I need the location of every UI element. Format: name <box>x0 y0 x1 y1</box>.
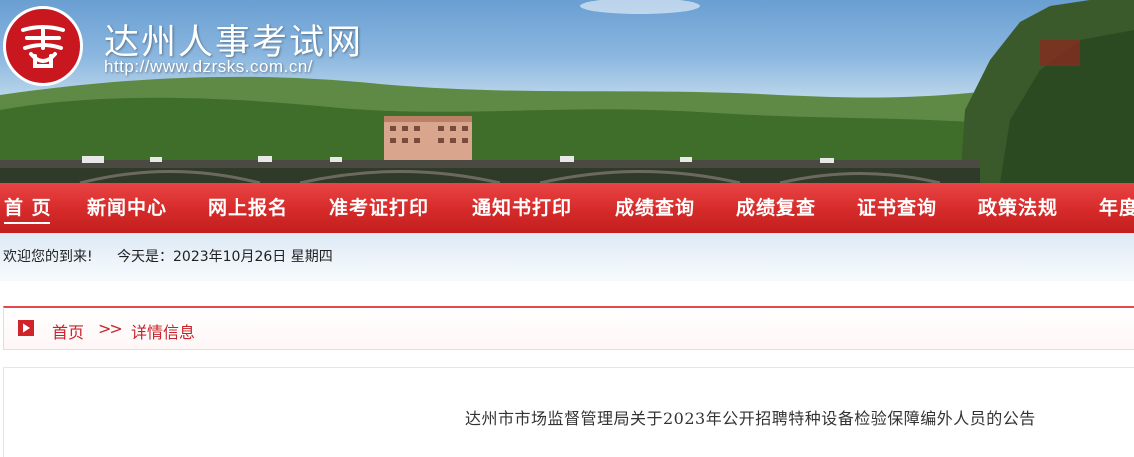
article-title: 达州市市场监督管理局关于2023年公开招聘特种设备检验保障编外人员的公告 <box>465 409 1036 428</box>
welcome-text: 欢迎您的到来! <box>3 249 93 265</box>
logo-seal-icon <box>21 25 65 68</box>
nav-item-home[interactable]: 首 页 <box>4 183 52 233</box>
header-banner: 达州人事考试网 http://www.dzrsks.com.cn/ <box>0 0 1134 183</box>
breadcrumb-separator: >> <box>98 319 123 338</box>
nav-item-certificate-query[interactable]: 证书查询 <box>857 183 937 233</box>
breadcrumb-current: 详情信息 <box>131 323 196 342</box>
today-date: 今天是：2023年10月26日 星期四 <box>117 249 333 265</box>
nav-item-news[interactable]: 新闻中心 <box>87 183 167 233</box>
nav-item-annual[interactable]: 年度 <box>1099 183 1134 233</box>
site-logo[interactable] <box>3 6 83 86</box>
breadcrumb-home-link[interactable]: 首页 <box>52 319 84 343</box>
play-square-icon <box>18 320 34 336</box>
main-nav: 首 页 新闻中心 网上报名 准考证打印 通知书打印 成绩查询 成绩复查 证书查询… <box>0 183 1134 233</box>
nav-item-admission-ticket[interactable]: 准考证打印 <box>329 183 429 233</box>
welcome-bar: 欢迎您的到来! 今天是：2023年10月26日 星期四 <box>0 233 1134 281</box>
nav-item-score-query[interactable]: 成绩查询 <box>615 183 695 233</box>
nav-item-score-review[interactable]: 成绩复查 <box>736 183 816 233</box>
nav-item-notice-print[interactable]: 通知书打印 <box>472 183 572 233</box>
nav-item-policies[interactable]: 政策法规 <box>978 183 1058 233</box>
breadcrumb: 首页 >> 详情信息 <box>3 306 1134 350</box>
nav-item-online-registration[interactable]: 网上报名 <box>208 183 288 233</box>
site-url: http://www.dzrsks.com.cn/ <box>104 57 313 76</box>
